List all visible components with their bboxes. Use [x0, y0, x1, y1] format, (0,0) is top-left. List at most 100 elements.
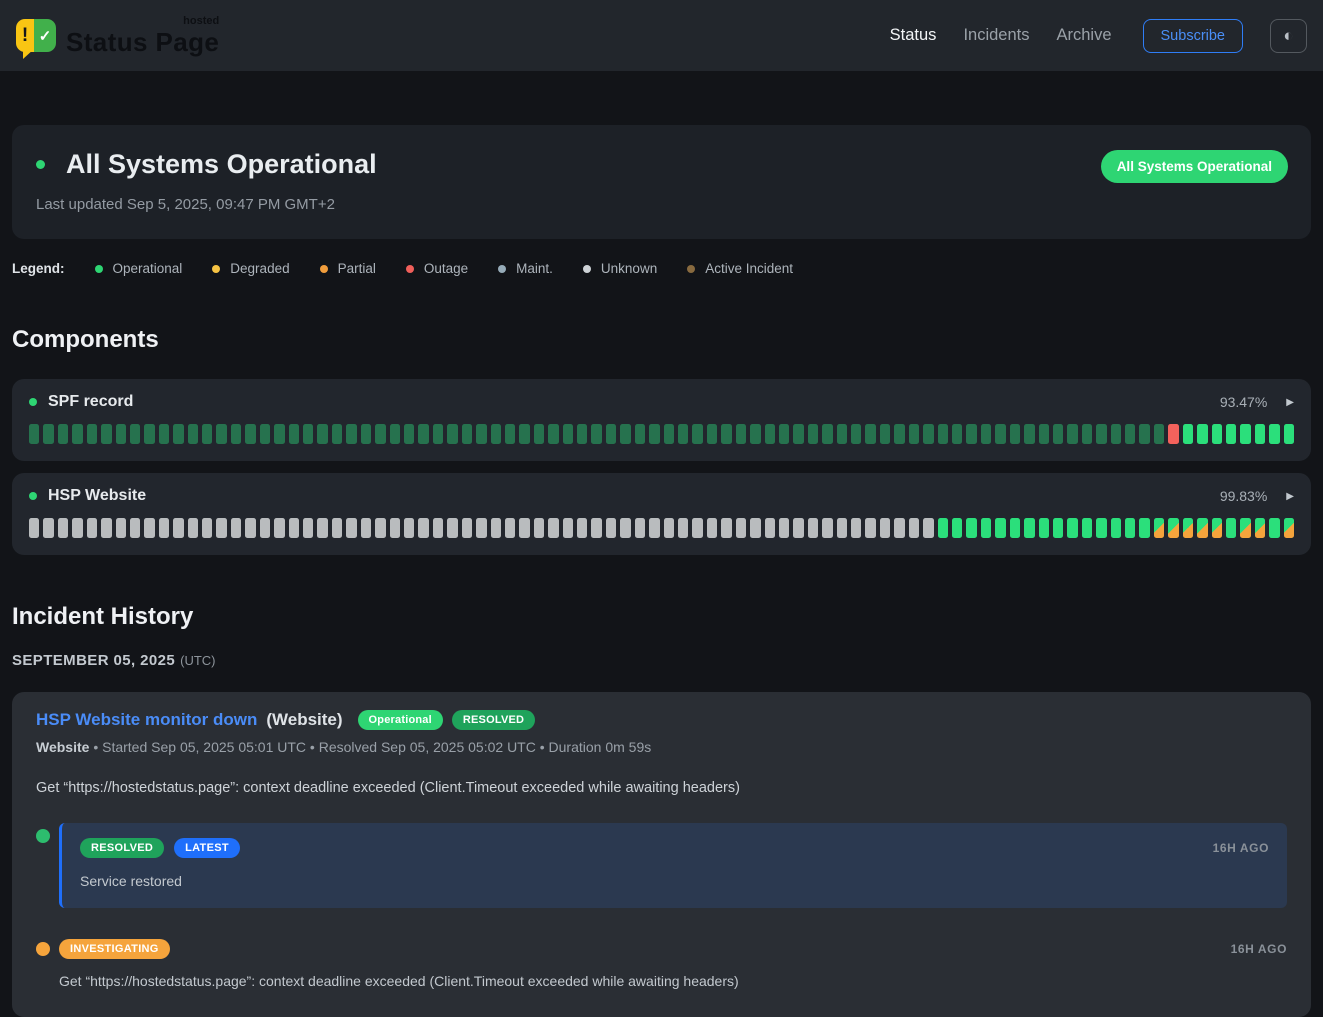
uptime-bar-muted[interactable]	[289, 424, 299, 444]
uptime-bar-muted[interactable]	[404, 424, 414, 444]
uptime-bar-bright[interactable]	[1269, 518, 1279, 538]
uptime-bar-gray[interactable]	[375, 518, 385, 538]
uptime-bar-gray[interactable]	[678, 518, 688, 538]
uptime-bar-muted[interactable]	[433, 424, 443, 444]
uptime-bar-gray[interactable]	[909, 518, 919, 538]
uptime-bar-muted[interactable]	[837, 424, 847, 444]
uptime-bar-muted[interactable]	[1010, 424, 1020, 444]
uptime-bar-bright[interactable]	[1269, 424, 1279, 444]
uptime-bar-muted[interactable]	[548, 424, 558, 444]
uptime-bar-muted[interactable]	[938, 424, 948, 444]
uptime-bar-muted[interactable]	[491, 424, 501, 444]
uptime-bar-split[interactable]	[1154, 518, 1164, 538]
uptime-bar-gray[interactable]	[332, 518, 342, 538]
uptime-bar-bright[interactable]	[1125, 518, 1135, 538]
uptime-bar-muted[interactable]	[664, 424, 674, 444]
uptime-bar-gray[interactable]	[736, 518, 746, 538]
uptime-bar-gray[interactable]	[29, 518, 39, 538]
uptime-bar-muted[interactable]	[505, 424, 515, 444]
uptime-bar-muted[interactable]	[995, 424, 1005, 444]
uptime-bar-muted[interactable]	[87, 424, 97, 444]
uptime-bar-gray[interactable]	[491, 518, 501, 538]
uptime-bar-gray[interactable]	[144, 518, 154, 538]
uptime-bar-gray[interactable]	[548, 518, 558, 538]
uptime-bar-muted[interactable]	[563, 424, 573, 444]
uptime-bar-gray[interactable]	[87, 518, 97, 538]
uptime-bar-gray[interactable]	[591, 518, 601, 538]
uptime-bar-gray[interactable]	[43, 518, 53, 538]
uptime-bar-muted[interactable]	[29, 424, 39, 444]
uptime-bar-gray[interactable]	[793, 518, 803, 538]
uptime-bar-bright[interactable]	[1024, 518, 1034, 538]
uptime-bar-muted[interactable]	[375, 424, 385, 444]
uptime-bar-bright[interactable]	[952, 518, 962, 538]
uptime-bar-muted[interactable]	[519, 424, 529, 444]
uptime-bar-muted[interactable]	[303, 424, 313, 444]
theme-toggle-button[interactable]: ◐	[1270, 19, 1307, 53]
nav-link-status[interactable]: Status	[890, 26, 937, 45]
uptime-bar-muted[interactable]	[909, 424, 919, 444]
uptime-bar-muted[interactable]	[1096, 424, 1106, 444]
uptime-bar-muted[interactable]	[952, 424, 962, 444]
uptime-bar-muted[interactable]	[692, 424, 702, 444]
incident-title-link[interactable]: HSP Website monitor down	[36, 710, 257, 730]
uptime-bar-gray[interactable]	[260, 518, 270, 538]
uptime-bar-gray[interactable]	[159, 518, 169, 538]
uptime-bar-muted[interactable]	[678, 424, 688, 444]
uptime-bar-muted[interactable]	[346, 424, 356, 444]
uptime-bar-muted[interactable]	[1125, 424, 1135, 444]
uptime-bar-bright[interactable]	[1039, 518, 1049, 538]
uptime-bar-bright[interactable]	[1082, 518, 1092, 538]
uptime-bar-muted[interactable]	[361, 424, 371, 444]
uptime-bar-bright[interactable]	[1212, 424, 1222, 444]
nav-link-archive[interactable]: Archive	[1056, 26, 1111, 45]
uptime-bar-muted[interactable]	[332, 424, 342, 444]
uptime-bar-gray[interactable]	[880, 518, 890, 538]
uptime-bar-gray[interactable]	[923, 518, 933, 538]
uptime-bar-gray[interactable]	[577, 518, 587, 538]
expand-arrow-icon[interactable]: ▶	[1286, 397, 1294, 408]
nav-link-incidents[interactable]: Incidents	[963, 26, 1029, 45]
uptime-bar-split[interactable]	[1284, 518, 1294, 538]
uptime-bar-muted[interactable]	[43, 424, 53, 444]
uptime-bar-muted[interactable]	[822, 424, 832, 444]
uptime-bar-bright[interactable]	[938, 518, 948, 538]
uptime-bar-gray[interactable]	[346, 518, 356, 538]
subscribe-button[interactable]: Subscribe	[1143, 19, 1243, 53]
uptime-bar-muted[interactable]	[418, 424, 428, 444]
uptime-bar-gray[interactable]	[390, 518, 400, 538]
uptime-bar-muted[interactable]	[1082, 424, 1092, 444]
uptime-bar-gray[interactable]	[851, 518, 861, 538]
uptime-bar-gray[interactable]	[563, 518, 573, 538]
uptime-bar-muted[interactable]	[216, 424, 226, 444]
uptime-bar-muted[interactable]	[101, 424, 111, 444]
uptime-bar-gray[interactable]	[462, 518, 472, 538]
uptime-bar-muted[interactable]	[1067, 424, 1077, 444]
uptime-bar-gray[interactable]	[664, 518, 674, 538]
uptime-bar-gray[interactable]	[692, 518, 702, 538]
uptime-bar-gray[interactable]	[418, 518, 428, 538]
uptime-bar-gray[interactable]	[822, 518, 832, 538]
uptime-bar-muted[interactable]	[462, 424, 472, 444]
uptime-bar-gray[interactable]	[303, 518, 313, 538]
uptime-bar-muted[interactable]	[577, 424, 587, 444]
uptime-bar-muted[interactable]	[981, 424, 991, 444]
uptime-bar-gray[interactable]	[765, 518, 775, 538]
uptime-bar-split[interactable]	[1255, 518, 1265, 538]
uptime-bar-gray[interactable]	[620, 518, 630, 538]
uptime-bar-muted[interactable]	[851, 424, 861, 444]
uptime-bar-muted[interactable]	[144, 424, 154, 444]
uptime-bar-gray[interactable]	[130, 518, 140, 538]
uptime-bar-gray[interactable]	[173, 518, 183, 538]
uptime-bar-gray[interactable]	[476, 518, 486, 538]
uptime-bar-muted[interactable]	[894, 424, 904, 444]
uptime-bar-gray[interactable]	[649, 518, 659, 538]
uptime-bar-bright[interactable]	[1111, 518, 1121, 538]
uptime-bar-gray[interactable]	[894, 518, 904, 538]
uptime-bar-muted[interactable]	[116, 424, 126, 444]
uptime-bar-bright[interactable]	[1053, 518, 1063, 538]
uptime-bar-red[interactable]	[1168, 424, 1178, 444]
uptime-bar-muted[interactable]	[1053, 424, 1063, 444]
uptime-bar-split[interactable]	[1168, 518, 1178, 538]
uptime-bar-bright[interactable]	[1096, 518, 1106, 538]
